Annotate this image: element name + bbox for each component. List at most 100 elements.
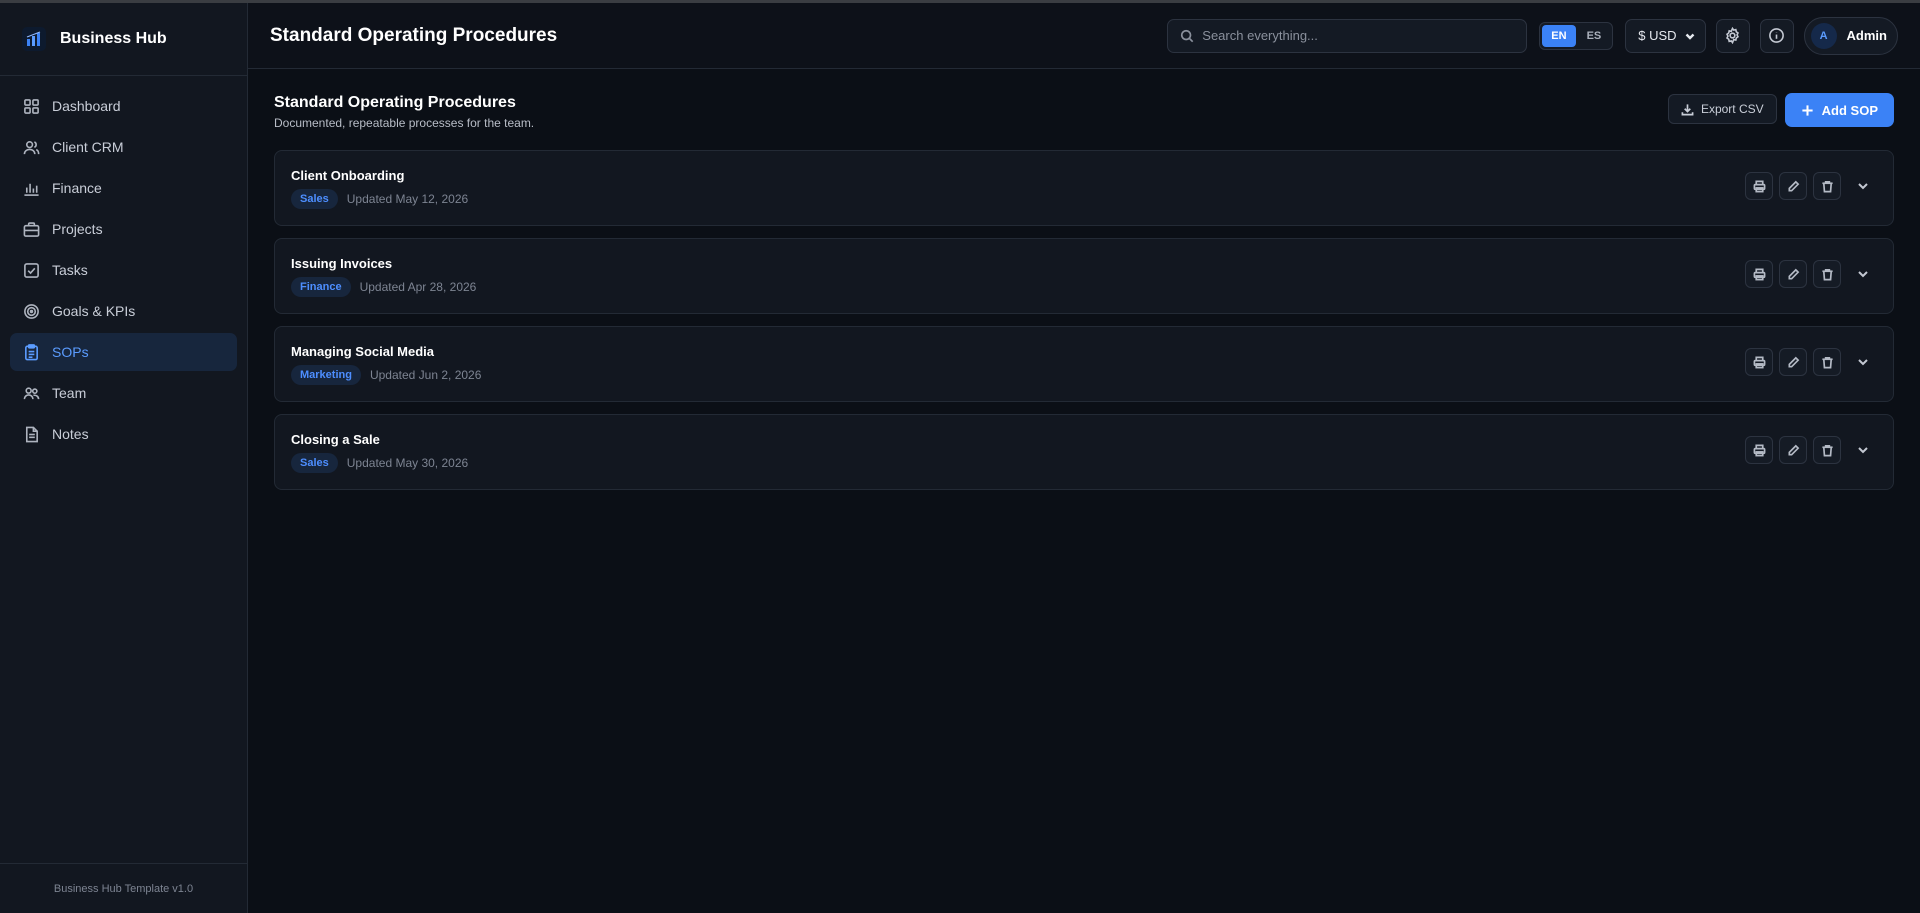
search-box[interactable] xyxy=(1167,18,1528,53)
sidebar-item-tasks[interactable]: Tasks xyxy=(10,251,237,289)
sidebar-footer-version: Business Hub Template v1.0 xyxy=(0,863,247,913)
sidebar-item-finance[interactable]: Finance xyxy=(10,169,237,207)
expand-button[interactable] xyxy=(1849,260,1877,288)
sidebar-item-notes[interactable]: Notes xyxy=(10,415,237,453)
main-area: Standard Operating Procedures EN ES $ US… xyxy=(248,3,1920,913)
printer-icon xyxy=(1753,180,1765,192)
section-text: Standard Operating Procedures Documented… xyxy=(274,93,1668,130)
add-sop-label: Add SOP xyxy=(1821,102,1878,118)
sidebar-item-sops[interactable]: SOPs xyxy=(10,333,237,371)
section-subtitle: Documented, repeatable processes for the… xyxy=(274,116,535,130)
sop-actions xyxy=(1745,172,1877,200)
trash-icon xyxy=(1821,356,1833,368)
printer-icon xyxy=(1753,444,1765,456)
updated-date: Updated Jun 2, 2026 xyxy=(369,367,482,382)
sidebar-item-dashboard[interactable]: Dashboard xyxy=(10,87,237,125)
search-icon xyxy=(1181,29,1194,42)
delete-button[interactable] xyxy=(1813,260,1841,288)
export-csv-label: Export CSV xyxy=(1700,102,1764,116)
lang-en-button[interactable]: EN xyxy=(1542,24,1576,47)
printer-icon xyxy=(1753,268,1765,280)
chevron-down-icon xyxy=(1858,271,1868,278)
info-button[interactable] xyxy=(1759,18,1794,53)
checkbox-icon xyxy=(24,262,39,278)
target-icon xyxy=(24,303,39,319)
currency-select[interactable]: $ USD xyxy=(1625,18,1706,53)
sidebar-nav: Dashboard Client CRM Finance Projects Ta… xyxy=(0,76,247,453)
briefcase-icon xyxy=(23,221,40,237)
sop-card[interactable]: Managing Social Media Marketing Updated … xyxy=(274,326,1894,402)
category-badge: Sales xyxy=(291,188,338,209)
edit-button[interactable] xyxy=(1779,172,1807,200)
page-title: Standard Operating Procedures xyxy=(270,24,558,46)
sidebar-item-projects[interactable]: Projects xyxy=(10,210,237,248)
lang-es-button[interactable]: ES xyxy=(1578,25,1611,47)
sop-info: Client Onboarding Sales Updated May 12, … xyxy=(291,168,1745,209)
sop-info: Managing Social Media Marketing Updated … xyxy=(291,344,1745,385)
sidebar-item-label: Dashboard xyxy=(52,98,121,114)
pencil-icon xyxy=(1787,180,1799,192)
sop-actions xyxy=(1745,436,1877,464)
chevron-down-icon xyxy=(1858,447,1868,454)
print-button[interactable] xyxy=(1745,172,1773,200)
sidebar-item-team[interactable]: Team xyxy=(10,374,237,412)
sidebar-item-label: Finance xyxy=(52,180,102,196)
sidebar-item-goals-kpis[interactable]: Goals & KPIs xyxy=(10,292,237,330)
sidebar-item-client-crm[interactable]: Client CRM xyxy=(10,128,237,166)
download-icon xyxy=(1681,103,1694,115)
brand[interactable]: Business Hub xyxy=(0,3,247,76)
user-menu[interactable]: A Admin xyxy=(1803,16,1898,55)
edit-button[interactable] xyxy=(1779,436,1807,464)
delete-button[interactable] xyxy=(1813,172,1841,200)
sop-meta: Finance Updated Apr 28, 2026 xyxy=(291,276,1745,297)
dashboard-icon xyxy=(24,98,39,114)
top-header: Standard Operating Procedures EN ES $ US… xyxy=(248,3,1920,69)
clipboard-icon xyxy=(25,343,38,360)
sidebar-item-label: Tasks xyxy=(52,262,88,278)
team-icon xyxy=(23,386,40,399)
settings-button[interactable] xyxy=(1715,18,1750,53)
delete-button[interactable] xyxy=(1813,436,1841,464)
sop-meta: Marketing Updated Jun 2, 2026 xyxy=(291,364,1745,385)
print-button[interactable] xyxy=(1745,436,1773,464)
brand-logo-icon xyxy=(22,27,46,51)
category-badge: Sales xyxy=(291,452,338,473)
note-icon xyxy=(25,426,38,442)
expand-button[interactable] xyxy=(1849,172,1877,200)
sop-meta: Sales Updated May 12, 2026 xyxy=(291,188,1745,209)
edit-button[interactable] xyxy=(1779,348,1807,376)
sidebar-item-label: SOPs xyxy=(52,344,89,360)
user-name: Admin xyxy=(1846,28,1887,43)
chevron-down-icon xyxy=(1858,183,1868,190)
expand-button[interactable] xyxy=(1849,436,1877,464)
delete-button[interactable] xyxy=(1813,348,1841,376)
sop-info: Issuing Invoices Finance Updated Apr 28,… xyxy=(291,256,1745,297)
updated-date: Updated Apr 28, 2026 xyxy=(359,279,477,294)
app-shell: Business Hub Dashboard Client CRM Financ… xyxy=(0,3,1920,913)
add-sop-button[interactable]: Add SOP xyxy=(1784,93,1894,127)
edit-button[interactable] xyxy=(1779,260,1807,288)
section-title: Standard Operating Procedures xyxy=(274,94,516,111)
print-button[interactable] xyxy=(1745,260,1773,288)
printer-icon xyxy=(1753,356,1765,368)
export-csv-button[interactable]: Export CSV xyxy=(1667,94,1777,124)
sop-info: Closing a Sale Sales Updated May 30, 202… xyxy=(291,432,1745,473)
users-icon xyxy=(23,140,40,154)
sop-title: Client Onboarding xyxy=(291,167,405,183)
category-badge: Marketing xyxy=(291,364,361,385)
sidebar-item-label: Projects xyxy=(52,221,103,237)
sop-card[interactable]: Closing a Sale Sales Updated May 30, 202… xyxy=(274,414,1894,490)
sidebar-item-label: Client CRM xyxy=(52,139,124,155)
sop-meta: Sales Updated May 30, 2026 xyxy=(291,452,1745,473)
sop-card[interactable]: Issuing Invoices Finance Updated Apr 28,… xyxy=(274,238,1894,314)
sidebar-item-label: Notes xyxy=(52,426,89,442)
trash-icon xyxy=(1821,268,1833,280)
category-badge: Finance xyxy=(291,276,351,297)
sop-card[interactable]: Client Onboarding Sales Updated May 12, … xyxy=(274,150,1894,226)
trash-icon xyxy=(1821,180,1833,192)
print-button[interactable] xyxy=(1745,348,1773,376)
info-icon xyxy=(1769,28,1784,43)
expand-button[interactable] xyxy=(1849,348,1877,376)
pencil-icon xyxy=(1787,268,1799,280)
search-input[interactable] xyxy=(1202,28,1503,43)
